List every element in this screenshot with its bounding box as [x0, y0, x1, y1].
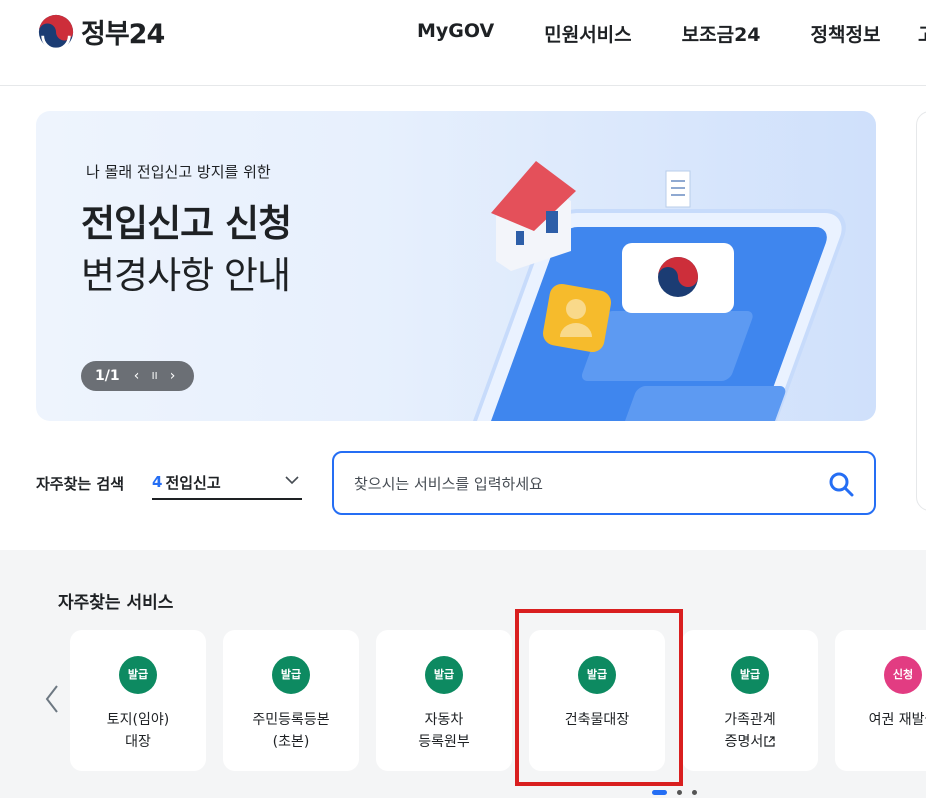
- banner-subtitle: 나 몰래 전입신고 방지를 위한: [86, 163, 271, 181]
- frequent-services-section: 자주찾는 서비스 발급 토지(임야) 대장 발급 주민등록등본 (초본) 발급 …: [0, 550, 926, 798]
- phone-house-illustration: [462, 161, 846, 421]
- main-banner[interactable]: 나 몰래 전입신고 방지를 위한 전입신고 신청 변경사항 안내 1/1 ‹ I…: [36, 111, 876, 421]
- service-card-label: 토지(임야) 대장: [70, 709, 206, 753]
- side-panel-card[interactable]: [916, 111, 926, 511]
- service-card-vehicle-register[interactable]: 발급 자동차 등록원부: [376, 630, 512, 771]
- service-card-family-certificate[interactable]: 발급 가족관계 증명서: [682, 630, 818, 771]
- site-header: 정부24 MyGOV 민원서비스 보조금24 정책정보 고: [0, 0, 926, 86]
- card-label-line2-text: 증명서: [724, 734, 764, 750]
- frequent-search-label: 자주찾는 검색: [36, 475, 125, 493]
- nav-civil-services[interactable]: 민원서비스: [544, 20, 631, 47]
- issue-badge: 발급: [731, 656, 769, 694]
- service-card-label: 여권 재발급: [835, 709, 926, 731]
- issue-badge: 발급: [425, 656, 463, 694]
- card-label-line2: 증명서: [682, 731, 818, 753]
- issue-badge: 발급: [119, 656, 157, 694]
- service-card-building-register[interactable]: 발급 건축물대장: [529, 630, 665, 771]
- nav-item-truncated[interactable]: 고: [918, 20, 926, 47]
- pager-next-button[interactable]: ›: [164, 368, 182, 384]
- service-card-passport-reissue[interactable]: 신청 여권 재발급: [835, 630, 926, 771]
- apply-badge: 신청: [884, 656, 922, 694]
- card-label-line2: (초본): [272, 734, 310, 750]
- card-label-line1: 여권 재발급: [868, 712, 926, 728]
- nav-subsidy24[interactable]: 보조금24: [682, 20, 761, 47]
- service-card-label: 자동차 등록원부: [376, 709, 512, 753]
- carousel-dot[interactable]: [692, 790, 697, 795]
- card-label-line1: 토지(임야): [106, 712, 170, 728]
- carousel-dot[interactable]: [677, 790, 682, 795]
- frequent-search-rank: 4: [152, 473, 163, 491]
- main-nav: MyGOV 민원서비스 보조금24 정책정보: [417, 20, 926, 47]
- service-card-list: 발급 토지(임야) 대장 발급 주민등록등본 (초본) 발급 자동차 등록원부 …: [70, 630, 926, 771]
- card-label-line1: 건축물대장: [564, 712, 630, 728]
- banner-title: 전입신고 신청: [81, 202, 292, 245]
- card-label-line2: 대장: [125, 734, 151, 750]
- card-label-line2: 등록원부: [418, 734, 470, 750]
- frequent-search-select[interactable]: 4 전입신고: [152, 466, 302, 500]
- service-card-label: 건축물대장: [529, 709, 665, 731]
- nav-mygov[interactable]: MyGOV: [417, 20, 494, 47]
- service-card-land-register[interactable]: 발급 토지(임야) 대장: [70, 630, 206, 771]
- pager-count: 1/1: [95, 368, 120, 384]
- banner-title-line2: 변경사항 안내: [81, 254, 291, 297]
- external-link-icon: [764, 736, 775, 747]
- frequent-search-term: 전입신고: [165, 473, 221, 492]
- chevron-left-icon[interactable]: [44, 684, 60, 714]
- taeguk-logo-icon: [38, 14, 74, 51]
- pager-pause-button[interactable]: II: [146, 371, 164, 382]
- issue-badge: 발급: [578, 656, 616, 694]
- carousel-dots: [652, 790, 707, 795]
- search-icon[interactable]: [828, 471, 854, 497]
- card-label-line1: 가족관계: [724, 712, 776, 728]
- banner-pager: 1/1 ‹ II ›: [81, 361, 194, 391]
- chevron-down-icon: [285, 476, 299, 485]
- gov24-logo[interactable]: 정부24: [37, 12, 165, 51]
- service-card-label: 주민등록등본 (초본): [223, 709, 359, 753]
- carousel-dot-active[interactable]: [652, 790, 667, 795]
- service-search-input[interactable]: [354, 471, 814, 497]
- pager-prev-button[interactable]: ‹: [128, 368, 146, 384]
- service-card-resident-registration[interactable]: 발급 주민등록등본 (초본): [223, 630, 359, 771]
- issue-badge: 발급: [272, 656, 310, 694]
- card-label-line1: 주민등록등본: [252, 712, 330, 728]
- service-search-box: [332, 451, 876, 515]
- logo-text: 정부24: [81, 19, 165, 50]
- frequent-services-title: 자주찾는 서비스: [58, 593, 174, 613]
- service-card-label: 가족관계 증명서: [682, 709, 818, 753]
- nav-policy-info[interactable]: 정책정보: [811, 20, 881, 47]
- card-label-line1: 자동차: [424, 712, 464, 728]
